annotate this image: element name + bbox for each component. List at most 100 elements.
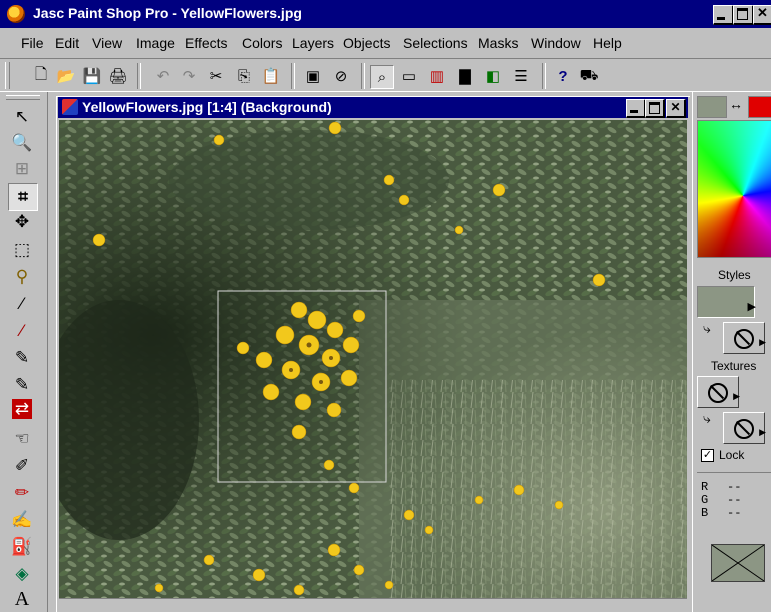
- selection-tool-icon[interactable]: ⬚: [8, 237, 36, 263]
- toolbar-separator: [361, 63, 365, 89]
- menu-effects[interactable]: Effects: [185, 35, 228, 51]
- undo-icon[interactable]: ↶: [152, 65, 174, 87]
- document-minimize-button[interactable]: [626, 99, 646, 118]
- redo-icon[interactable]: ↷: [178, 65, 200, 87]
- color-picker-spectrum[interactable]: [697, 120, 771, 258]
- minimize-button[interactable]: [713, 5, 734, 25]
- overview-icon[interactable]: ☰: [510, 65, 532, 87]
- menu-objects[interactable]: Objects: [343, 35, 390, 51]
- menu-bar: File Edit View Image Effects Colors Laye…: [0, 28, 771, 58]
- no-entry-icon[interactable]: ⊘: [330, 65, 352, 87]
- scratch-remover-tool-icon[interactable]: ✐: [8, 453, 36, 479]
- print-icon[interactable]: 🖨: [107, 65, 129, 87]
- lock-checkbox[interactable]: ✓: [701, 449, 714, 462]
- background-color-swatch[interactable]: [697, 96, 727, 118]
- null-style-icon: [734, 329, 754, 349]
- eraser-tool-icon[interactable]: ✏: [8, 480, 36, 506]
- title-bar[interactable]: Jasc Paint Shop Pro - YellowFlowers.jpg …: [0, 0, 771, 28]
- styles-label: Styles: [718, 268, 751, 282]
- save-icon[interactable]: 💾: [81, 65, 103, 87]
- picture-tube-tool-icon[interactable]: ✍: [8, 507, 36, 533]
- document-maximize-button[interactable]: [645, 99, 665, 118]
- menu-view[interactable]: View: [92, 35, 122, 51]
- toolbar-toggle-icon[interactable]: ▭: [398, 65, 420, 87]
- menu-masks[interactable]: Masks: [478, 35, 518, 51]
- rgb-g-label: G: [701, 493, 709, 507]
- paintbrush-tool-icon[interactable]: ✎: [8, 345, 36, 371]
- minimize-icon: [630, 110, 638, 113]
- maximize-icon: [737, 8, 748, 20]
- clone-brush-tool-icon[interactable]: ✎: [8, 372, 36, 398]
- crop-tool-icon[interactable]: ⌗: [8, 183, 38, 211]
- arrow-tool-icon[interactable]: ↖: [8, 104, 36, 130]
- maximize-icon: [649, 102, 660, 114]
- mover-tool-icon[interactable]: ✥: [8, 209, 36, 235]
- zoom-tool-icon[interactable]: 🔍: [8, 130, 36, 156]
- palette-grip[interactable]: [6, 95, 40, 100]
- document-title: YellowFlowers.jpg [1:4] (Background): [82, 99, 332, 115]
- null-texture-icon: [708, 383, 728, 403]
- copy-icon[interactable]: ⎘: [233, 65, 255, 87]
- document-status-strip: [59, 598, 687, 612]
- help-icon[interactable]: ?: [552, 65, 574, 87]
- color-palette-panel: ↔ Styles ▶ ⤷ ▶ Textures ▶ ⤷ ▶ ✓ Lock R -…: [692, 92, 771, 612]
- rgb-g-value: --: [727, 493, 742, 507]
- browse-icon[interactable]: ▣: [302, 65, 324, 87]
- window-title: Jasc Paint Shop Pro - YellowFlowers.jpg: [33, 5, 302, 21]
- dropper-tool-icon[interactable]: ⁄: [8, 318, 36, 344]
- freehand-selection-tool-icon[interactable]: ⚲: [8, 264, 36, 290]
- close-button[interactable]: ✕: [753, 5, 771, 25]
- toolbar-grip[interactable]: [5, 62, 10, 89]
- lock-label: Lock: [719, 448, 745, 462]
- menu-colors[interactable]: Colors: [242, 35, 282, 51]
- maximize-button[interactable]: [733, 5, 754, 25]
- foreground-color-swatch[interactable]: [748, 96, 771, 118]
- foreground-texture-button[interactable]: ▶: [723, 412, 766, 444]
- swap-styles-icon[interactable]: ⤷: [703, 320, 711, 337]
- yellow-flowers-photo: [59, 120, 687, 598]
- flood-fill-tool-icon[interactable]: ◈: [8, 561, 36, 587]
- menu-edit[interactable]: Edit: [55, 35, 79, 51]
- menu-file[interactable]: File: [21, 35, 44, 51]
- swap-colors-icon[interactable]: ↔: [729, 96, 743, 112]
- open-icon[interactable]: 📂: [55, 65, 77, 87]
- document-icon: [62, 99, 78, 115]
- menu-selections[interactable]: Selections: [403, 35, 468, 51]
- retouch-tool-icon[interactable]: ☜: [8, 426, 36, 452]
- airbrush-tool-icon[interactable]: ⛽: [8, 534, 36, 560]
- toolbar: 🗋 📂 💾 🖨 ↶ ↷ ✂ ⎘ 📋 ▣ ⊘ ⌕ ▭ ▥ ▇ ◧ ☰ ? ⛟: [0, 58, 771, 92]
- rgb-r-value: --: [727, 480, 742, 494]
- toolbar-separator: [542, 63, 546, 89]
- menu-help[interactable]: Help: [593, 35, 622, 51]
- image-canvas[interactable]: [59, 120, 687, 598]
- color-palette-icon[interactable]: ▥: [426, 65, 448, 87]
- menu-image[interactable]: Image: [136, 35, 175, 51]
- document-close-button[interactable]: ✕: [666, 99, 686, 118]
- panel-divider: [697, 472, 771, 473]
- color-replacer-tool-icon[interactable]: ⇄: [12, 399, 32, 419]
- swap-textures-icon[interactable]: ⤷: [703, 410, 711, 427]
- styles-swatch[interactable]: ▶: [697, 286, 756, 318]
- layers-icon[interactable]: ◧: [482, 65, 504, 87]
- zoom-toggle-icon[interactable]: ⌕: [370, 65, 394, 89]
- menu-layers[interactable]: Layers: [292, 35, 334, 51]
- foreground-style-button[interactable]: ▶: [723, 322, 766, 354]
- menu-window[interactable]: Window: [531, 35, 581, 51]
- minimize-icon: [717, 17, 725, 20]
- paste-icon[interactable]: 📋: [260, 65, 282, 87]
- capture-icon[interactable]: ⛟: [578, 65, 600, 87]
- background-texture-button[interactable]: ▶: [697, 376, 740, 408]
- histogram-icon[interactable]: ▇: [454, 65, 476, 87]
- document-title-bar[interactable]: YellowFlowers.jpg [1:4] (Background) ✕: [58, 97, 688, 118]
- rgb-b-label: B: [701, 506, 709, 520]
- magic-wand-tool-icon[interactable]: ⁄: [8, 291, 36, 317]
- cut-icon[interactable]: ✂: [205, 65, 227, 87]
- app-icon[interactable]: [7, 5, 25, 23]
- toolbar-separator: [137, 63, 141, 89]
- current-color-preview[interactable]: [711, 544, 765, 582]
- text-tool-icon[interactable]: A: [8, 586, 36, 612]
- new-icon[interactable]: 🗋: [30, 65, 52, 87]
- rgb-b-value: --: [727, 506, 742, 520]
- rgb-r-label: R: [701, 480, 709, 494]
- deform-tool-icon[interactable]: ⊞: [8, 156, 36, 182]
